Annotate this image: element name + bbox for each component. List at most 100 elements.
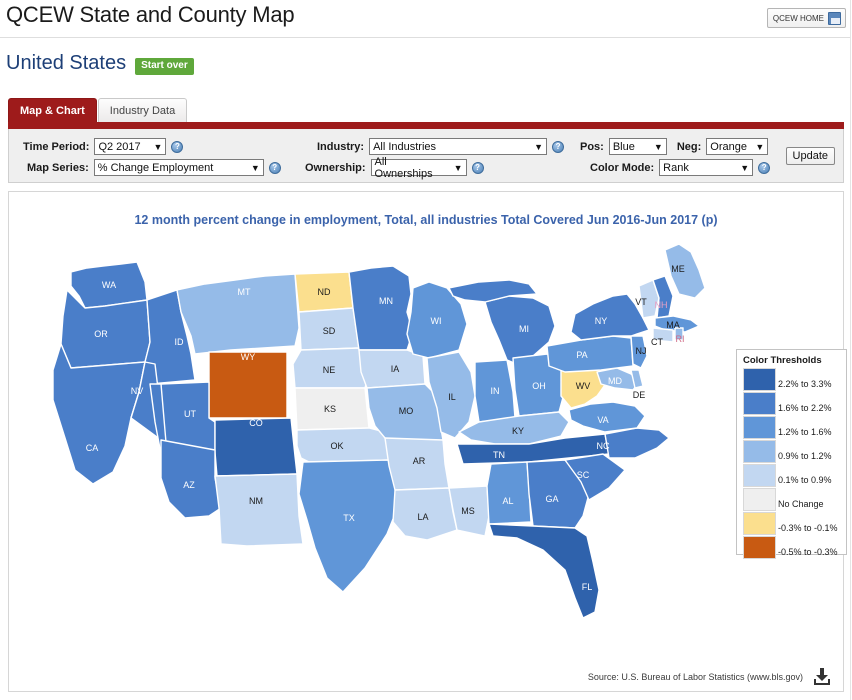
page-header: QCEW State and County Map QCEW HOME [0, 0, 852, 38]
pos-value: Blue [612, 140, 635, 153]
map-title: 12 month percent change in employment, T… [134, 213, 718, 227]
industry-value: All Industries [373, 140, 437, 153]
download-icon[interactable] [813, 668, 831, 686]
state-KY[interactable] [458, 411, 570, 445]
page-title: QCEW State and County Map [6, 2, 295, 27]
map-legend: Color Thresholds 2.2% to 3.3% 1.6% to 2.… [736, 349, 847, 559]
ownership-help-icon[interactable]: ? [471, 161, 484, 174]
header-divider [0, 37, 852, 38]
map-series-value: % Change Employment [97, 161, 214, 174]
qcew-home-button[interactable]: QCEW HOME [766, 8, 846, 28]
neg-color-select[interactable]: Orange ▼ [706, 138, 769, 155]
tab-accent-bar [8, 122, 844, 129]
chevron-down-icon: ▼ [453, 162, 463, 173]
neg-label: Neg: [676, 140, 702, 153]
state-FL[interactable] [488, 523, 600, 619]
state-NC[interactable] [604, 427, 670, 459]
industry-select[interactable]: All Industries ▼ [369, 138, 548, 155]
controls-panel: Time Period: Q2 2017 ▼ ? Map Series: % C… [8, 129, 844, 183]
time-period-value: Q2 2017 [98, 140, 141, 153]
state-PA[interactable] [546, 335, 634, 373]
update-button[interactable]: Update [785, 147, 835, 165]
legend-swatch-7 [743, 536, 776, 559]
ownership-label: Ownership: [305, 161, 366, 174]
state-AL[interactable] [486, 461, 532, 525]
state-AR[interactable] [384, 437, 450, 491]
state-IA[interactable] [358, 349, 426, 389]
legend-swatch-5 [743, 488, 776, 511]
state-WY[interactable] [208, 351, 288, 419]
state-MT[interactable] [176, 273, 300, 355]
industry-label: Industry: [317, 140, 365, 153]
pos-color-select[interactable]: Blue ▼ [608, 138, 667, 155]
legend-swatch-1 [743, 392, 776, 415]
state-MN[interactable] [348, 265, 414, 351]
qcew-map-page: QCEW State and County Map QCEW HOME Unit… [0, 0, 852, 700]
state-NM[interactable] [214, 473, 304, 547]
state-IN[interactable] [474, 359, 516, 423]
state-LA[interactable] [392, 487, 458, 541]
map-series-select[interactable]: % Change Employment ▼ [93, 159, 264, 176]
qcew-home-label: QCEW HOME [772, 13, 824, 23]
state-CT[interactable] [652, 327, 674, 343]
region-name: United States [6, 52, 127, 74]
ownership-select[interactable]: All Ownerships ▼ [370, 156, 467, 180]
state-NE[interactable] [292, 347, 370, 389]
chevron-down-icon: ▼ [153, 141, 163, 152]
state-RI[interactable] [674, 327, 684, 341]
legend-label-5: No Change [778, 499, 824, 509]
legend-swatch-3 [743, 440, 776, 463]
map-series-help-icon[interactable]: ? [268, 161, 281, 174]
neg-value: Orange [710, 140, 747, 153]
pos-neg-row: Pos: Blue ▼ Neg: Orange ▼ [580, 138, 769, 155]
state-KS[interactable] [294, 387, 370, 431]
map-panel: 12 month percent change in employment, T… [8, 191, 847, 692]
map-series-row: Map Series: % Change Employment ▼ ? [27, 159, 281, 176]
state-TX[interactable] [298, 459, 400, 593]
ownership-value: All Ownerships [374, 155, 433, 180]
legend-item: -0.5% to -0.3% [743, 536, 840, 560]
chevron-down-icon: ▼ [250, 162, 260, 173]
state-OK[interactable] [296, 427, 390, 463]
color-mode-row: Color Mode: Rank ▼ ? [590, 159, 771, 176]
legend-label-7: -0.5% to -0.3% [778, 547, 838, 557]
legend-swatch-6 [743, 512, 776, 535]
time-period-select[interactable]: Q2 2017 ▼ [94, 138, 167, 155]
legend-swatch-0 [743, 368, 776, 391]
state-NJ[interactable] [630, 335, 648, 369]
industry-help-icon[interactable]: ? [552, 140, 565, 153]
source-note: Source: U.S. Bureau of Labor Statistics … [587, 672, 803, 682]
state-VA[interactable] [568, 401, 646, 433]
color-mode-help-icon[interactable]: ? [758, 161, 771, 174]
state-AZ[interactable] [160, 439, 222, 519]
legend-label-2: 1.2% to 1.6% [778, 427, 832, 437]
time-period-help-icon[interactable]: ? [171, 140, 184, 153]
start-over-button[interactable]: Start over [135, 57, 194, 75]
legend-label-3: 0.9% to 1.2% [778, 451, 832, 461]
region-header: United States Start over [6, 52, 194, 75]
legend-item: 2.2% to 3.3% [743, 368, 840, 392]
legend-item: 0.1% to 0.9% [743, 464, 840, 488]
pos-label: Pos: [580, 140, 604, 153]
color-mode-select[interactable]: Rank ▼ [659, 159, 754, 176]
state-ND[interactable] [294, 271, 354, 313]
map-canvas[interactable]: WA OR CA ID NV MT WY UT CO AZ NM ND SD N… [9, 232, 845, 672]
state-CO[interactable] [214, 417, 298, 477]
chevron-down-icon: ▼ [534, 141, 544, 152]
industry-row: Industry: All Industries ▼ ? [317, 138, 565, 155]
tab-industry-data[interactable]: Industry Data [97, 98, 188, 122]
map-series-label: Map Series: [27, 161, 89, 174]
tab-map-and-chart[interactable]: Map & Chart [8, 98, 97, 122]
legend-item: No Change [743, 488, 840, 512]
state-NY[interactable] [570, 293, 650, 341]
legend-swatch-2 [743, 416, 776, 439]
chevron-down-icon: ▼ [653, 141, 663, 152]
legend-title: Color Thresholds [743, 355, 822, 366]
time-period-row: Time Period: Q2 2017 ▼ ? [23, 138, 184, 155]
legend-item: 1.2% to 1.6% [743, 416, 840, 440]
state-SD[interactable] [298, 307, 360, 351]
time-period-label: Time Period: [23, 140, 90, 153]
legend-swatch-4 [743, 464, 776, 487]
chevron-down-icon: ▼ [740, 162, 750, 173]
us-choropleth-map[interactable]: WA OR CA ID NV MT WY UT CO AZ NM ND SD N… [9, 232, 845, 672]
